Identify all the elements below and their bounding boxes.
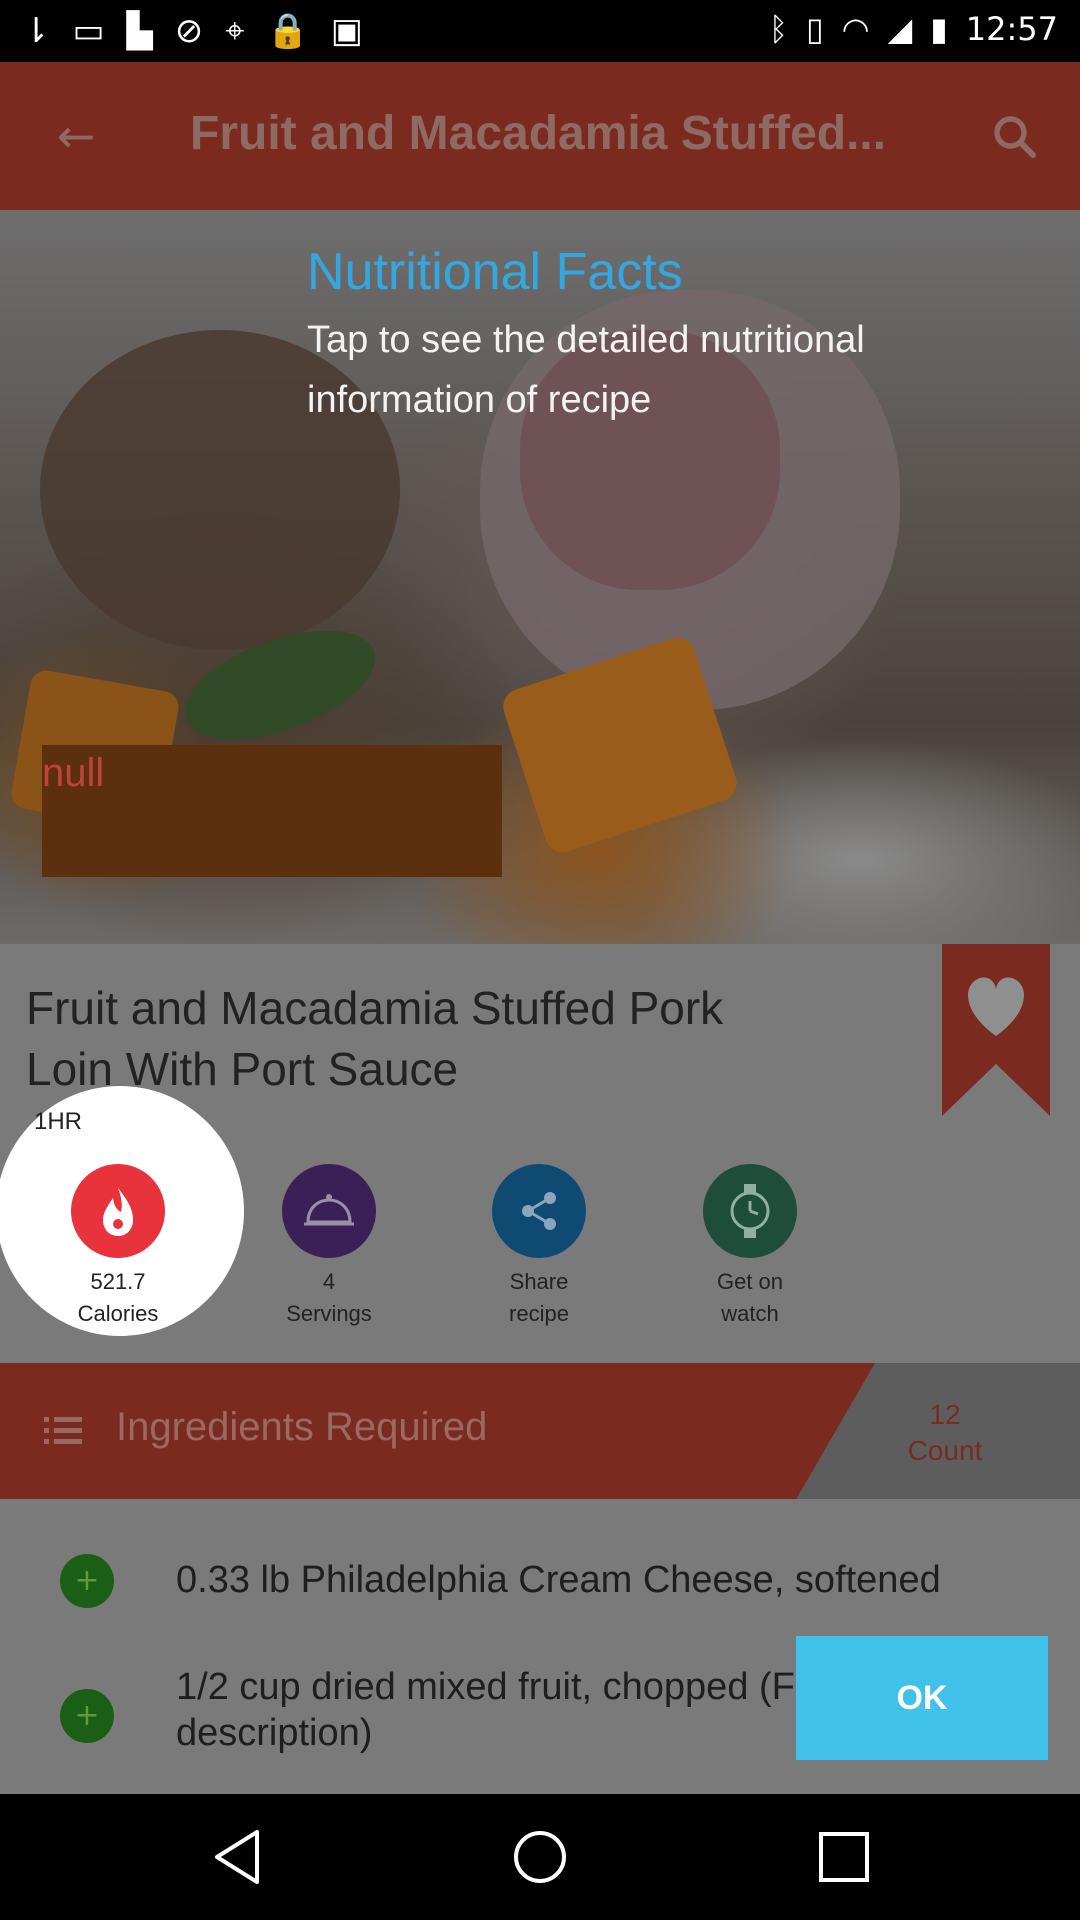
page-title: Fruit and Macadamia Stuffed... — [190, 107, 887, 160]
favorite-bookmark-icon[interactable] — [942, 944, 1050, 1116]
back-arrow-icon[interactable]: ← — [48, 108, 104, 164]
recipe-name: Fruit and Macadamia Stuffed Pork Loin Wi… — [26, 982, 724, 1095]
wifi-icon: ◠ — [841, 10, 870, 48]
null-label-box: null — [42, 745, 502, 877]
navigation-bar — [0, 1794, 1080, 1920]
share-recipe-button[interactable]: Share recipe — [449, 1164, 629, 1330]
status-icons-right: ᛒ ▯ ◠ ◢ ▮ 12:57 — [769, 10, 1058, 48]
get-on-watch-button[interactable]: Get on watch — [660, 1164, 840, 1330]
location-off-icon: ⌖ — [225, 11, 245, 51]
servings-label: Servings — [286, 1301, 372, 1326]
ok-button[interactable]: OK — [796, 1636, 1048, 1760]
share-label-line1: Share — [509, 1269, 569, 1294]
app-bar: ← Fruit and Macadamia Stuffed... — [0, 62, 1080, 210]
flipboard-icon: ▙ — [126, 11, 153, 51]
recipe-image[interactable]: Nutritional Facts Tap to see the detaile… — [0, 210, 1080, 944]
status-time: 12:57 — [965, 10, 1058, 48]
home-nav-icon[interactable] — [507, 1824, 573, 1890]
back-nav-icon[interactable] — [205, 1824, 271, 1890]
message-icon: ▭ — [72, 11, 105, 51]
serving-dish-icon — [282, 1164, 376, 1258]
watch-label-line1: Get on — [716, 1269, 784, 1294]
nutritional-facts-hint: Tap to see the detailed nutritional info… — [307, 319, 865, 421]
ingredients-title: Ingredients Required — [116, 1405, 488, 1449]
nutritional-facts-title: Nutritional Facts — [307, 243, 683, 301]
status-icons-left: ⇂ ▭ ▙ ⊘ ⌖ 🔒 ▣ — [22, 12, 363, 50]
add-ingredient-icon[interactable]: + — [60, 1689, 114, 1743]
ingredients-count-label: Count — [907, 1435, 983, 1466]
notification-icon: ⇂ — [22, 11, 51, 51]
share-icon — [492, 1164, 586, 1258]
add-ingredient-icon[interactable]: + — [60, 1554, 114, 1608]
lock-icon: 🔒 — [266, 11, 309, 51]
calories-label: Calories — [77, 1301, 159, 1326]
null-label: null — [42, 751, 105, 795]
battery-icon: ▮ — [930, 10, 948, 48]
stat-calories[interactable]: 521.7 Calories — [28, 1164, 208, 1330]
ingredient-text: 1/2 cup dried mixed fruit, chopped (F de… — [176, 1666, 795, 1754]
watch-label-line2: watch — [721, 1301, 779, 1326]
blocked-icon: ⊘ — [174, 11, 204, 51]
flame-icon — [71, 1164, 165, 1258]
ingredient-text: 0.33 lb Philadelphia Cream Cheese, softe… — [176, 1559, 941, 1601]
stat-servings[interactable]: 4 Servings — [239, 1164, 419, 1330]
calories-value: 521.7 — [90, 1269, 146, 1294]
bluetooth-icon: ᛒ — [768, 10, 789, 48]
ingredients-header: Ingredients Required 12 Count — [0, 1363, 1080, 1499]
watch-icon — [703, 1164, 797, 1258]
android-icon: ▣ — [330, 11, 363, 51]
search-icon[interactable] — [988, 110, 1042, 164]
vibrate-icon: ▯ — [806, 10, 824, 48]
ingredients-count: 12 Count — [890, 1397, 1000, 1469]
share-label-line2: recipe — [509, 1301, 569, 1326]
recents-nav-icon[interactable] — [811, 1824, 877, 1890]
status-bar: ⇂ ▭ ▙ ⊘ ⌖ 🔒 ▣ ᛒ ▯ ◠ ◢ ▮ 12:57 — [0, 0, 1080, 62]
list-icon — [44, 1417, 82, 1444]
signal-icon: ◢ — [887, 10, 913, 48]
cook-time: 1HR — [34, 1108, 83, 1135]
ingredients-count-value: 12 — [929, 1399, 961, 1430]
servings-value: 4 — [322, 1269, 336, 1294]
